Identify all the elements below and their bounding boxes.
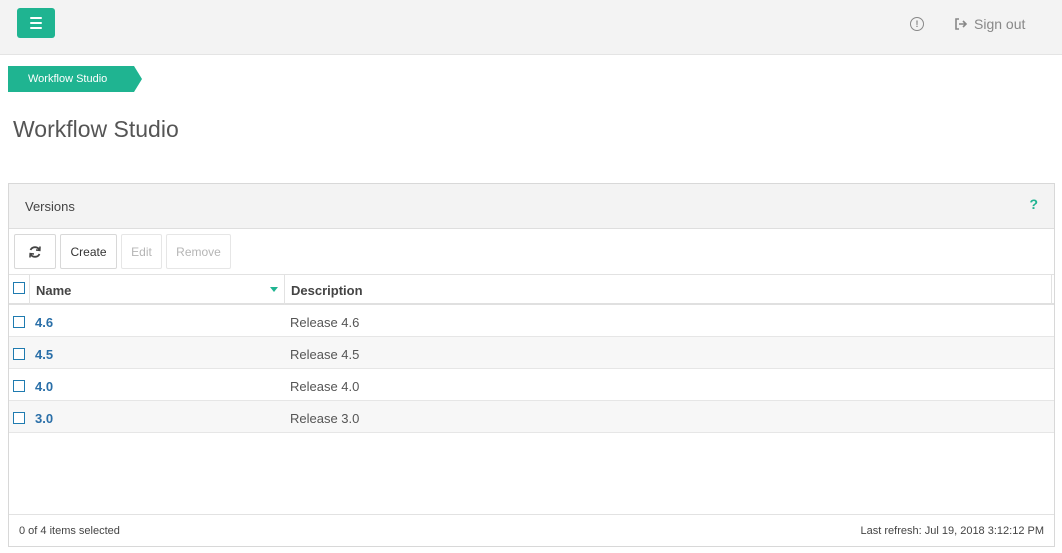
table-row[interactable]: 3.0 Release 3.0	[9, 401, 1054, 433]
version-name-link[interactable]: 4.6	[35, 315, 53, 330]
table-row[interactable]: 4.6 Release 4.6	[9, 305, 1054, 337]
menu-bar	[30, 17, 42, 19]
last-refresh-timestamp: Last refresh: Jul 19, 2018 3:12:12 PM	[860, 525, 1044, 537]
select-all-checkbox[interactable]	[13, 282, 25, 294]
version-description: Release 4.5	[290, 347, 360, 362]
info-circle-icon[interactable]: !	[910, 17, 924, 31]
remove-button[interactable]: Remove	[166, 234, 231, 269]
refresh-icon	[29, 245, 41, 258]
column-divider	[284, 275, 285, 305]
table-row[interactable]: 4.5 Release 4.5	[9, 337, 1054, 369]
sign-out-button[interactable]: Sign out	[954, 14, 1025, 34]
column-header-description[interactable]: Description	[291, 283, 363, 298]
top-bar: ! Sign out	[0, 0, 1062, 55]
toolbar: Create Edit Remove	[9, 229, 1054, 275]
row-checkbox[interactable]	[13, 316, 25, 328]
column-divider	[1051, 275, 1052, 305]
column-divider	[29, 275, 30, 305]
menu-bar	[30, 27, 42, 29]
create-button[interactable]: Create	[60, 234, 117, 269]
menu-bar	[30, 22, 42, 24]
hamburger-menu-icon[interactable]	[17, 8, 55, 38]
row-checkbox[interactable]	[13, 380, 25, 392]
panel-title: Versions	[25, 199, 75, 214]
refresh-button[interactable]	[14, 234, 56, 269]
row-checkbox[interactable]	[13, 412, 25, 424]
version-description: Release 4.6	[290, 315, 360, 330]
table-footer: 0 of 4 items selected Last refresh: Jul …	[9, 514, 1054, 546]
selection-count: 0 of 4 items selected	[19, 525, 120, 537]
page-title: Workflow Studio	[13, 116, 179, 142]
breadcrumb: Workflow Studio	[8, 66, 143, 92]
version-description: Release 3.0	[290, 411, 360, 426]
column-header-name[interactable]: Name	[36, 283, 71, 298]
table-row[interactable]: 4.0 Release 4.0	[9, 369, 1054, 401]
sign-out-icon	[955, 18, 968, 30]
edit-button[interactable]: Edit	[121, 234, 162, 269]
sort-descending-icon[interactable]	[270, 287, 278, 292]
sign-out-label: Sign out	[974, 16, 1026, 32]
version-name-link[interactable]: 3.0	[35, 411, 53, 426]
breadcrumb-item-workflow-studio[interactable]: Workflow Studio	[8, 66, 143, 92]
help-icon[interactable]: ?	[1029, 196, 1038, 212]
panel-header: Versions ?	[9, 184, 1054, 229]
row-checkbox[interactable]	[13, 348, 25, 360]
version-name-link[interactable]: 4.5	[35, 347, 53, 362]
table-header: Name Description	[9, 275, 1054, 305]
version-description: Release 4.0	[290, 379, 360, 394]
version-name-link[interactable]: 4.0	[35, 379, 53, 394]
versions-panel: Versions ? Create Edit Remove Name Descr…	[8, 183, 1055, 547]
